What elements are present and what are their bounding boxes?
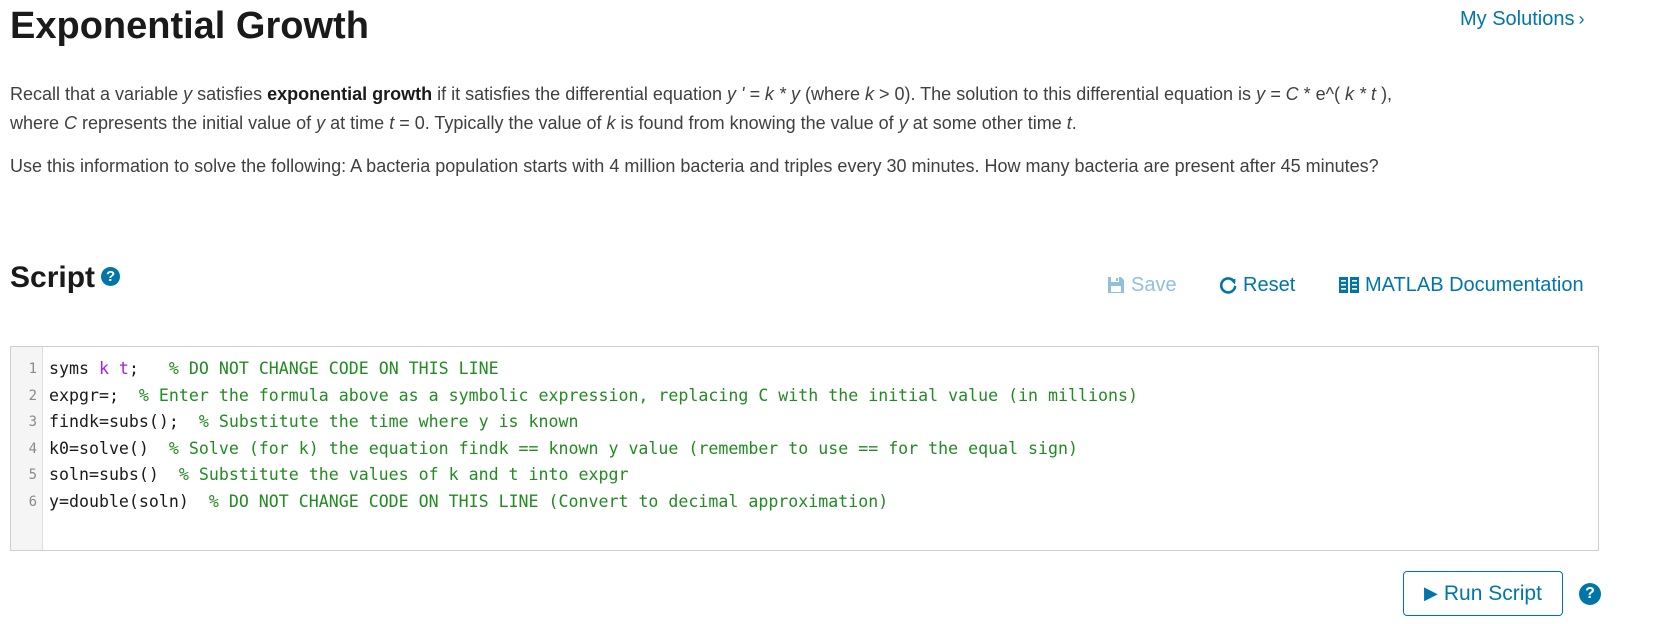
chevron-right-icon: ›	[1578, 9, 1585, 29]
floppy-disk-icon	[1106, 275, 1126, 295]
desc-equation: y = C	[1256, 84, 1299, 104]
script-heading-label: Script	[10, 261, 96, 294]
code-text[interactable]: soln=subs() % Substitute the values of k…	[49, 461, 628, 489]
help-icon[interactable]: ?	[1579, 583, 1601, 605]
page-title: Exponential Growth	[10, 5, 369, 47]
desc-text: at time	[325, 113, 390, 133]
code-comment: % DO NOT CHANGE CODE ON THIS LINE	[168, 359, 499, 378]
desc-text: is found from knowing the value of	[615, 113, 899, 133]
code-text[interactable]: y=double(soln) % DO NOT CHANGE CODE ON T…	[49, 488, 888, 516]
desc-text: * e^(	[1298, 84, 1346, 104]
problem-description: Recall that a variable y satisfies expon…	[10, 80, 1570, 138]
code-comment: % DO NOT CHANGE CODE ON THIS LINE (Conve…	[208, 492, 889, 511]
script-heading: Script?	[10, 258, 121, 298]
code-statement: expgr=;	[49, 385, 139, 405]
run-script-button[interactable]: ▶ Run Script	[1403, 571, 1563, 616]
code-statement: syms	[49, 359, 99, 378]
code-statement: soln=subs()	[49, 465, 179, 485]
desc-text: (where	[799, 84, 865, 104]
code-comment: % Enter the formula above as a symbolic …	[138, 385, 1138, 405]
code-statement: ;	[128, 359, 169, 378]
reset-button[interactable]: Reset	[1218, 272, 1295, 298]
desc-var: y	[183, 84, 193, 104]
docs-label: MATLAB Documentation	[1365, 274, 1584, 296]
desc-var: y	[898, 113, 908, 133]
save-button[interactable]: Save	[1106, 272, 1177, 298]
line-number: 5	[28, 467, 37, 484]
desc-equation: y ' = k * y	[726, 84, 800, 104]
desc-var: k	[606, 113, 616, 133]
code-keyword-args: k t	[98, 359, 129, 378]
desc-text: ),	[1376, 84, 1393, 104]
problem-question: Use this information to solve the follow…	[10, 156, 1379, 176]
desc-text: > 0). The solution to this differential …	[873, 84, 1257, 104]
code-text[interactable]: expgr=; % Enter the formula above as a s…	[49, 382, 1138, 410]
line-number: 2	[28, 387, 37, 404]
code-text[interactable]: k0=solve() % Solve (for k) the equation …	[49, 435, 1078, 463]
refresh-icon	[1218, 275, 1238, 295]
desc-text: if it satisfies the differential equatio…	[432, 84, 727, 104]
desc-text: at some other time	[907, 113, 1067, 133]
problem-page: Exponential Growth My Solutions › Recall …	[0, 0, 1657, 624]
code-statement: k0=solve()	[49, 438, 169, 458]
desc-bold-term: exponential growth	[267, 84, 433, 104]
play-icon: ▶	[1424, 583, 1438, 603]
run-script-label: Run Script	[1443, 581, 1542, 605]
code-statement: findk=subs();	[49, 412, 199, 432]
save-label: Save	[1131, 274, 1177, 296]
matlab-documentation-link[interactable]: MATLAB Documentation	[1338, 272, 1584, 298]
code-comment: % Substitute the values of k and t into …	[178, 465, 629, 485]
desc-text: satisfies	[192, 84, 268, 104]
my-solutions-link[interactable]: My Solutions ›	[1460, 6, 1585, 32]
desc-var: C	[64, 113, 78, 133]
my-solutions-label: My Solutions	[1460, 8, 1575, 30]
code-editor[interactable]: 1 syms k t; % DO NOT CHANGE CODE ON THIS …	[10, 346, 1599, 551]
book-icon	[1338, 275, 1360, 295]
code-comment: % Substitute the time where y is known	[198, 412, 579, 432]
help-icon[interactable]: ?	[101, 267, 121, 286]
desc-text: where	[10, 113, 65, 133]
code-text[interactable]: syms k t; % DO NOT CHANGE CODE ON THIS L…	[49, 355, 499, 383]
desc-text: Recall that a variable	[10, 84, 184, 104]
reset-label: Reset	[1243, 274, 1296, 296]
desc-text: = 0. Typically the value of	[394, 113, 607, 133]
code-statement: y=double(soln)	[49, 492, 209, 511]
desc-var: y	[316, 113, 326, 133]
desc-var: k	[864, 84, 874, 104]
code-comment: % Solve (for k) the equation findk == kn…	[168, 438, 1079, 458]
code-text[interactable]: findk=subs(); % Substitute the time wher…	[49, 408, 579, 436]
desc-text: .	[1071, 113, 1077, 133]
desc-equation: k * t	[1345, 84, 1377, 104]
line-number: 4	[28, 440, 37, 457]
desc-text: represents the initial value of	[77, 113, 317, 133]
line-number: 3	[28, 414, 37, 431]
line-number: 1	[28, 361, 37, 377]
line-number: 6	[28, 494, 37, 510]
